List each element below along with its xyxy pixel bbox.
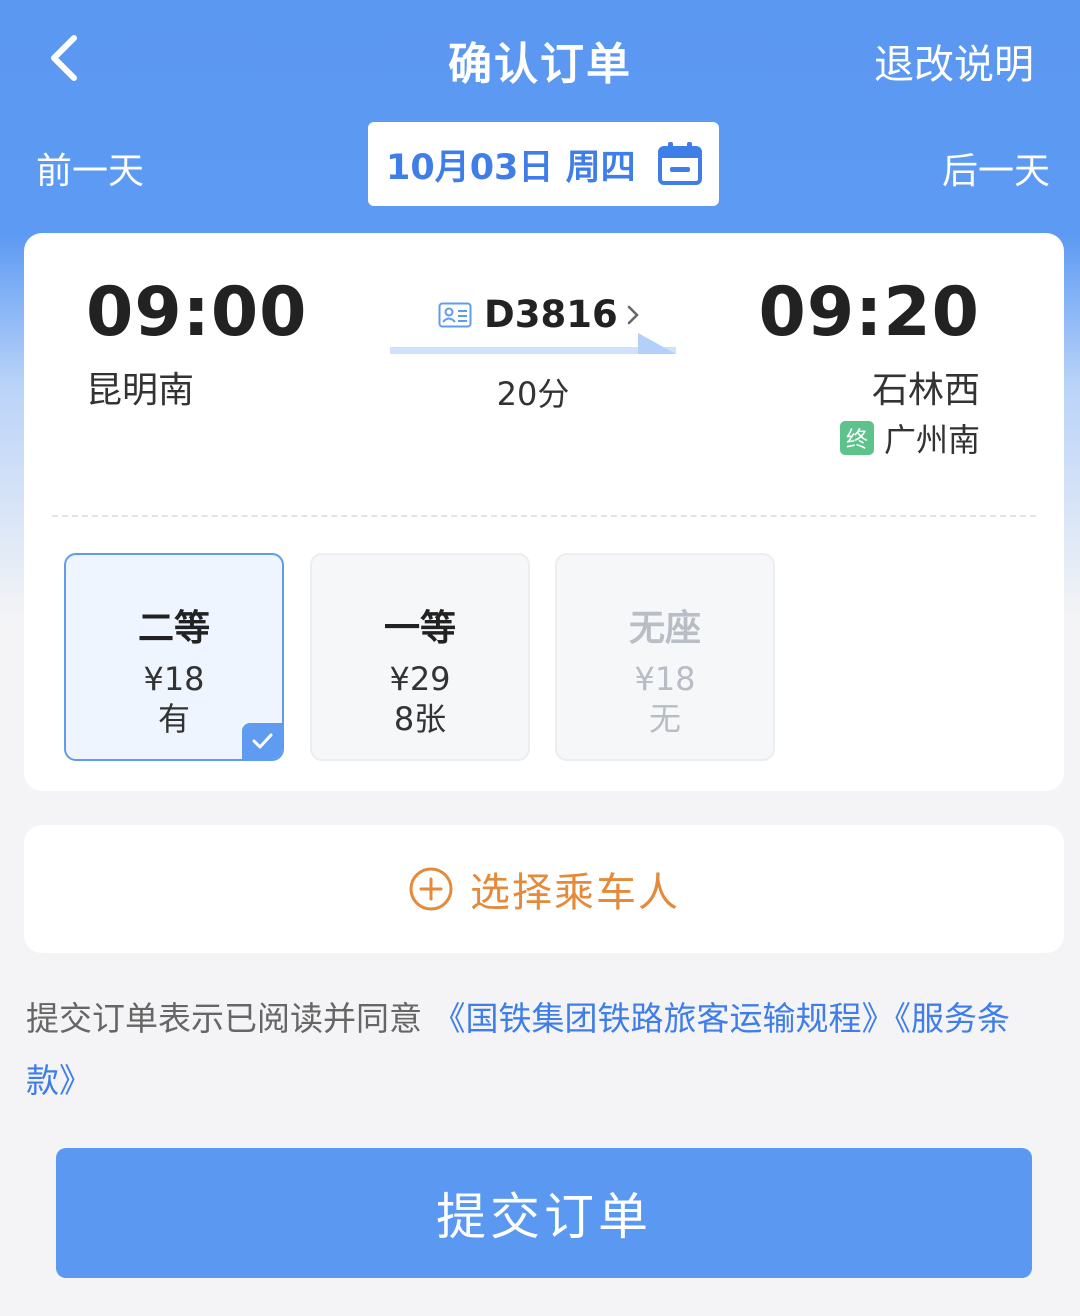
arrival-station: 石林西 bbox=[871, 370, 980, 411]
calendar-icon bbox=[658, 142, 702, 185]
seat-availability: 无 bbox=[648, 700, 681, 738]
seat-price: ¥18 bbox=[634, 660, 696, 698]
terminal-badge: 终 bbox=[839, 421, 874, 455]
plus-circle-icon bbox=[409, 867, 453, 911]
train-number-link[interactable]: D3816 bbox=[438, 293, 640, 336]
check-icon bbox=[252, 733, 273, 749]
departure-station: 昆明南 bbox=[86, 370, 195, 411]
date-selector[interactable]: 10月03日 周四 bbox=[368, 122, 719, 206]
dashed-divider bbox=[52, 515, 1036, 517]
agreement-text: 提交订单表示已阅读并同意 《国铁集团铁路旅客运输规程》《服务条款》 bbox=[26, 988, 1036, 1112]
terminal-station: 广州南 bbox=[883, 421, 980, 459]
terminal-info: 终 广州南 bbox=[839, 415, 980, 461]
seat-name: 一等 bbox=[383, 608, 456, 649]
select-passenger-label: 选择乘车人 bbox=[470, 870, 680, 916]
id-card-icon bbox=[438, 302, 472, 327]
chevron-right-icon bbox=[627, 305, 639, 324]
prev-day-button[interactable]: 前一天 bbox=[36, 142, 144, 194]
submit-order-button[interactable]: 提交订单 bbox=[56, 1148, 1032, 1278]
train-number: D3816 bbox=[484, 293, 618, 336]
arrival-time: 09:20 bbox=[758, 273, 980, 352]
seat-price: ¥29 bbox=[389, 660, 451, 698]
seat-name: 无座 bbox=[628, 608, 701, 649]
route-arrow-icon bbox=[390, 333, 676, 354]
agreement-prefix: 提交订单表示已阅读并同意 bbox=[26, 999, 433, 1038]
next-day-button[interactable]: 后一天 bbox=[942, 142, 1050, 194]
date-text: 10月03日 周四 bbox=[386, 147, 636, 188]
transport-rules-link[interactable]: 《国铁集团铁路旅客运输规程》 bbox=[433, 999, 895, 1038]
train-info-card: 09:00 昆明南 D3816 20分 09:20 石林西 终 广州南 二等 ¥… bbox=[24, 233, 1064, 791]
selected-corner bbox=[242, 723, 282, 759]
seat-option-first-class[interactable]: 一等 ¥29 8张 bbox=[310, 553, 530, 761]
departure-time: 09:00 bbox=[86, 273, 308, 352]
refund-rules-link[interactable]: 退改说明 bbox=[874, 32, 1034, 90]
seat-price: ¥18 bbox=[143, 660, 205, 698]
seat-name: 二等 bbox=[137, 608, 210, 649]
seat-availability: 8张 bbox=[393, 700, 447, 738]
trip-duration: 20分 bbox=[496, 375, 570, 413]
select-passenger-button[interactable]: 选择乘车人 bbox=[24, 825, 1064, 953]
seat-option-no-seat[interactable]: 无座 ¥18 无 bbox=[555, 553, 775, 761]
seat-option-second-class[interactable]: 二等 ¥18 有 bbox=[64, 553, 284, 761]
